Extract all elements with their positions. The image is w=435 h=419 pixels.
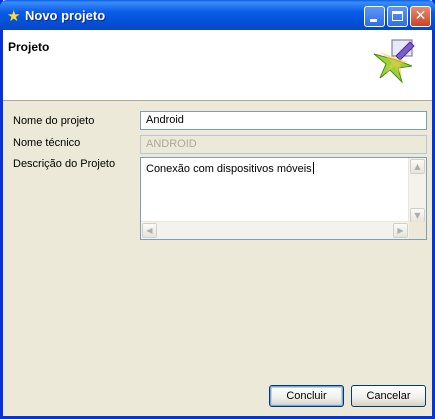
window-title: Novo projeto xyxy=(25,8,106,23)
cancel-button[interactable]: Cancelar xyxy=(351,385,426,407)
project-form: Nome do projeto Android Nome técnico AND… xyxy=(3,101,432,381)
maximize-button[interactable] xyxy=(387,6,408,27)
maximize-icon xyxy=(392,11,403,21)
technical-name-label: Nome técnico xyxy=(13,137,81,149)
scrollbar-corner xyxy=(409,222,426,239)
minimize-button[interactable] xyxy=(364,6,385,27)
star-icon: ★ xyxy=(7,7,21,25)
scroll-up-icon[interactable]: ▲ xyxy=(410,159,425,174)
vertical-scrollbar[interactable]: ▲ ▼ xyxy=(408,158,426,224)
project-name-label: Nome do projeto xyxy=(13,115,95,127)
text-caret xyxy=(312,162,314,174)
button-bar: Concluir Cancelar xyxy=(3,381,432,416)
project-name-input[interactable]: Android xyxy=(140,111,427,130)
page-title: Projeto xyxy=(8,40,50,54)
description-text: Conexão com dispositivos móveis xyxy=(146,162,314,175)
dialog-window: ★ Novo projeto ✕ Projeto Nome do projeto… xyxy=(0,0,435,419)
wizard-header: Projeto xyxy=(3,30,432,101)
scroll-down-icon[interactable]: ▼ xyxy=(410,208,425,223)
scroll-right-icon[interactable]: ▶ xyxy=(393,223,408,238)
minimize-icon xyxy=(370,19,377,22)
close-icon: ✕ xyxy=(414,8,427,24)
wizard-logo-icon xyxy=(373,39,415,84)
finish-button[interactable]: Concluir xyxy=(269,385,344,407)
description-textarea[interactable]: Conexão com dispositivos móveis ▲ ▼ ◀ ▶ xyxy=(140,157,427,240)
technical-name-input: ANDROID xyxy=(140,135,427,154)
close-button[interactable]: ✕ xyxy=(410,6,431,27)
scroll-left-icon[interactable]: ◀ xyxy=(142,223,157,238)
title-bar[interactable]: ★ Novo projeto ✕ xyxy=(0,0,435,30)
description-label: Descrição do Projeto xyxy=(13,158,116,170)
horizontal-scrollbar[interactable]: ◀ ▶ xyxy=(141,221,409,239)
